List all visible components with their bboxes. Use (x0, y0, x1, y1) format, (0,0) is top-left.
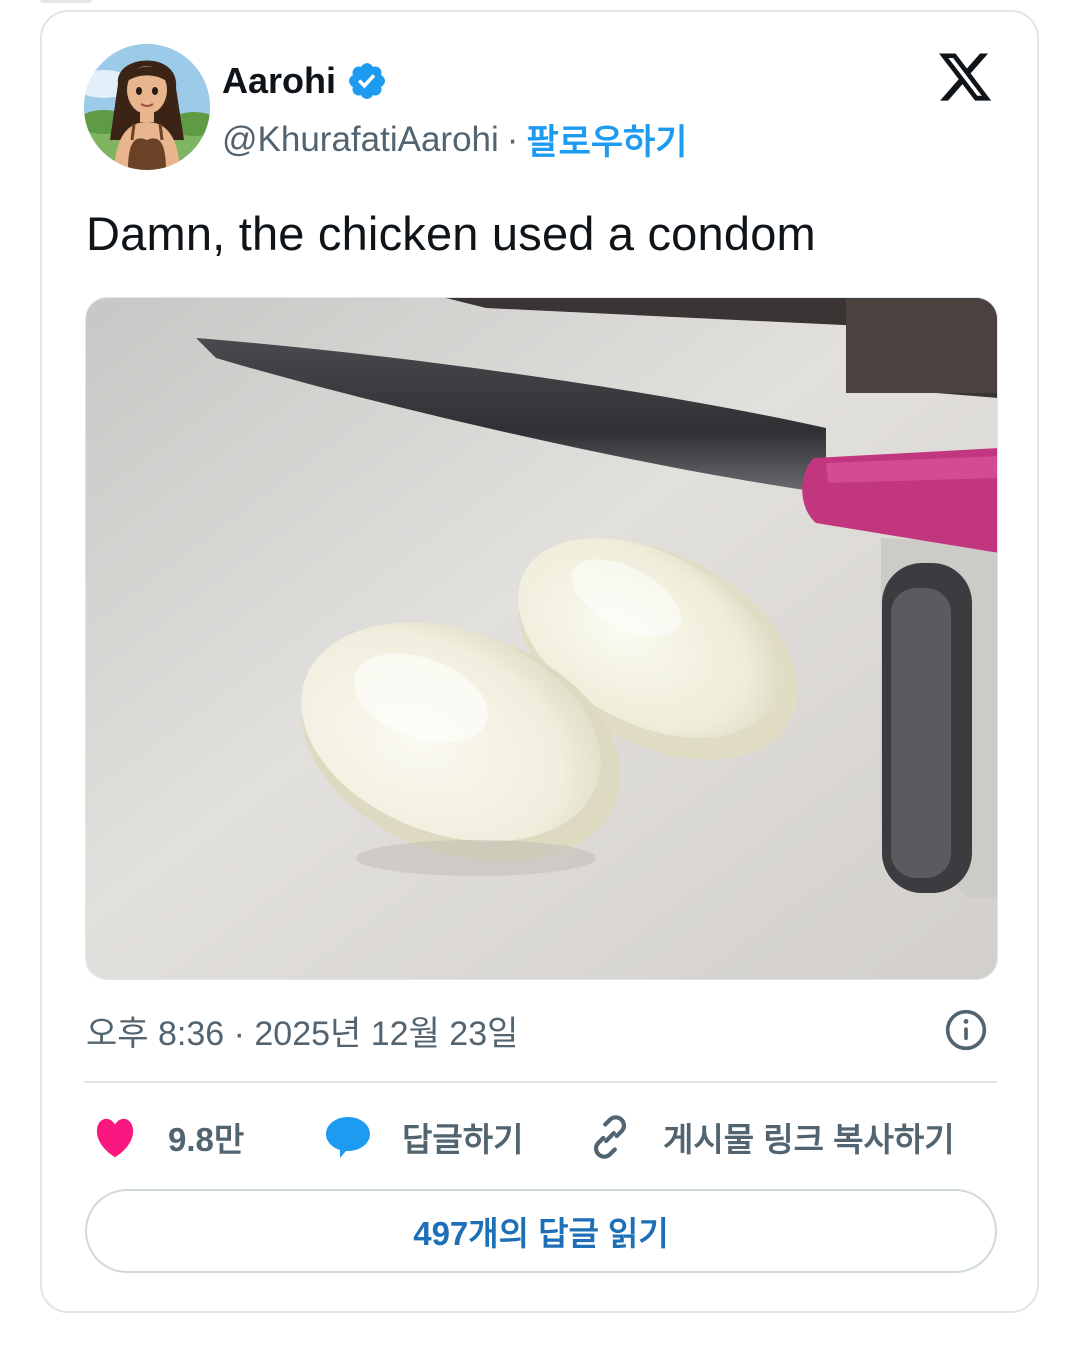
like-count: 9.8만 (168, 1121, 245, 1158)
follow-button[interactable]: 팔로우하기 (526, 114, 687, 165)
tweet-media-photo[interactable] (85, 297, 998, 980)
author-avatar[interactable] (84, 44, 210, 170)
egg-photo-illustration (86, 298, 997, 979)
read-replies-button[interactable]: 497개의 답글 읽기 (85, 1189, 997, 1273)
top-edge-stub (40, 0, 92, 3)
dot-separator: · (506, 119, 519, 159)
reply-button[interactable]: 답글하기 (324, 1112, 523, 1162)
info-icon[interactable] (944, 1008, 988, 1052)
copy-link-label: 게시물 링크 복사하기 (663, 1121, 955, 1158)
author-handle-row: @KhurafatiAarohi · 팔로우하기 (222, 114, 687, 165)
tweet-timestamp[interactable]: 오후 8:36 · 2025년 12월 23일 (86, 1006, 518, 1055)
author-display-name[interactable]: Aarohi (222, 60, 336, 102)
read-replies-label: 497개의 답글 읽기 (413, 1215, 669, 1252)
heart-icon (96, 1118, 134, 1158)
link-icon (593, 1115, 627, 1159)
tweet-action-bar: 9.8만 답글하기 게시물 링크 복사하기 (92, 1112, 992, 1162)
reply-label: 답글하기 (402, 1121, 524, 1158)
embedded-tweet-card: Aarohi @KhurafatiAarohi · 팔로우하기 Damn, th… (40, 10, 1039, 1313)
verified-badge-icon (349, 63, 385, 99)
avatar-illustration (84, 44, 210, 170)
speech-bubble-icon (326, 1117, 370, 1158)
author-name-row: Aarohi (222, 60, 388, 102)
copy-link-button[interactable]: 게시물 링크 복사하기 (587, 1112, 955, 1162)
tweet-text: Damn, the chicken used a condom (86, 207, 816, 260)
x-logo-icon[interactable] (934, 48, 996, 106)
like-button[interactable]: 9.8만 (92, 1112, 244, 1162)
divider (84, 1081, 997, 1083)
author-handle[interactable]: @KhurafatiAarohi (222, 120, 499, 160)
